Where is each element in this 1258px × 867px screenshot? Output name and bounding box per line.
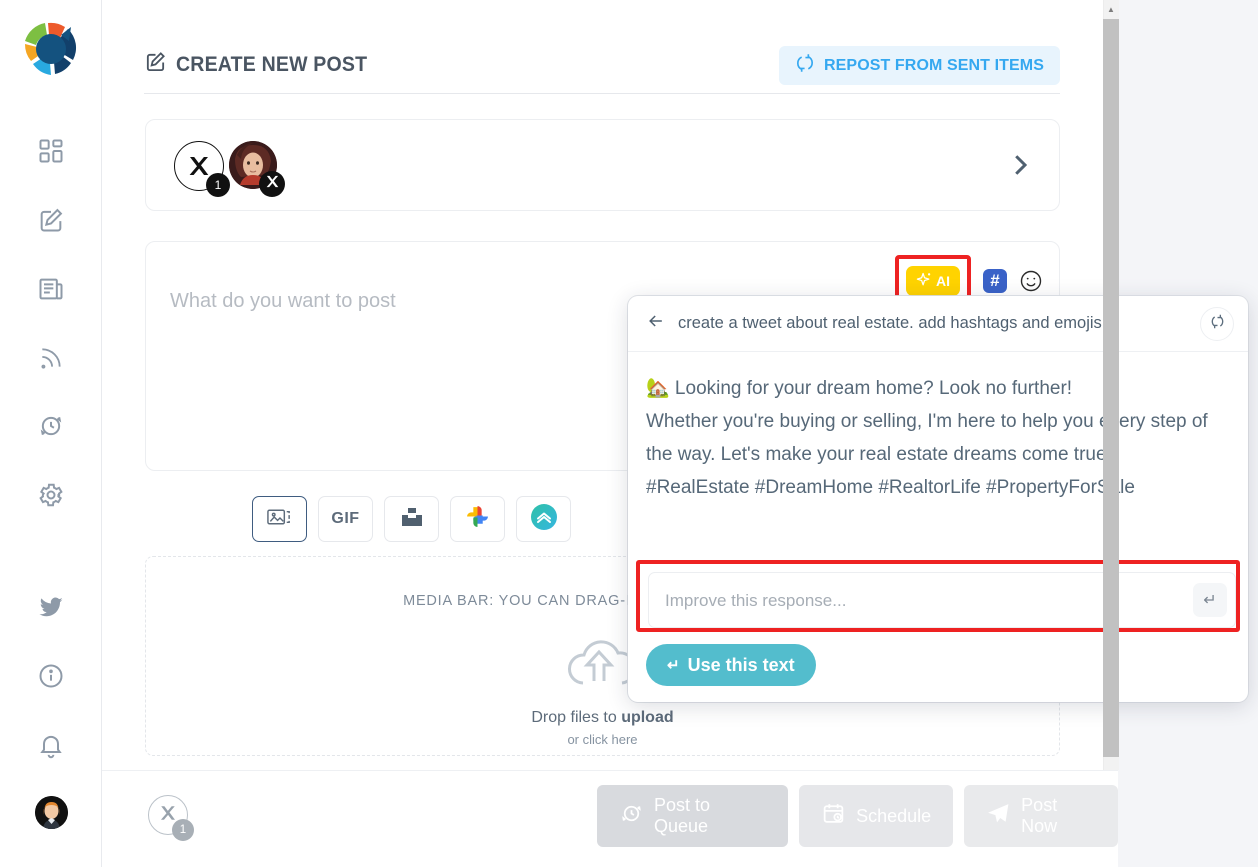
calendar-clock-icon xyxy=(821,801,846,831)
x-twitter-icon xyxy=(265,174,280,194)
avatar[interactable] xyxy=(35,796,68,829)
dropzone-drop-prefix: Drop files to xyxy=(531,709,622,726)
post-to-queue-label: Post to Queue xyxy=(654,795,711,836)
scrollbar-thumb[interactable] xyxy=(1103,19,1119,757)
ai-assistant-panel: create a tweet about real estate. add ha… xyxy=(628,296,1248,702)
submit-improve-button[interactable]: ↵ xyxy=(1193,583,1227,617)
ai-button-label: AI xyxy=(936,273,950,289)
ai-panel-header: create a tweet about real estate. add ha… xyxy=(628,296,1248,352)
info-circle-icon xyxy=(37,662,65,690)
brand-logo-icon[interactable] xyxy=(22,20,80,82)
arrow-left-icon xyxy=(646,311,666,336)
media-toolbar: GIF xyxy=(252,496,571,542)
sidebar-item-compose[interactable] xyxy=(0,195,102,245)
account-count-badge: 1 xyxy=(206,173,230,197)
hashtag-icon: # xyxy=(990,271,1000,290)
emoji-button[interactable] xyxy=(1019,269,1043,293)
rss-icon xyxy=(38,345,64,371)
enter-return-icon: ↵ xyxy=(667,657,680,674)
gear-icon xyxy=(37,481,65,509)
newspaper-icon xyxy=(37,275,65,303)
sidebar-item-twitter[interactable] xyxy=(0,582,102,632)
footer-buttons: Post to Queue Schedule Post Now xyxy=(597,785,1118,847)
image-stack-icon xyxy=(266,505,293,534)
sidebar-item-settings[interactable] xyxy=(0,470,102,520)
composer-placeholder: What do you want to post xyxy=(170,290,396,312)
sidebar-item-dashboard[interactable] xyxy=(0,126,102,176)
hashtag-button[interactable]: # xyxy=(983,269,1007,293)
scrollbar-up-arrow[interactable]: ▲ xyxy=(1103,0,1119,18)
repost-refresh-icon xyxy=(795,53,815,78)
header-divider xyxy=(144,93,1060,94)
schedule-label: Schedule xyxy=(856,805,932,826)
media-button-gif[interactable]: GIF xyxy=(318,496,373,542)
improve-response-highlight: ↵ xyxy=(636,560,1240,632)
paper-plane-icon xyxy=(986,801,1011,831)
twitter-bird-icon xyxy=(37,593,65,621)
page-title: CREATE NEW POST xyxy=(144,50,382,79)
back-button[interactable] xyxy=(646,311,666,336)
post-to-queue-button[interactable]: Post to Queue xyxy=(597,785,789,847)
pencil-square-icon xyxy=(144,50,167,79)
media-button-upload-cloud[interactable] xyxy=(516,496,571,542)
dropzone-click-text: or click here xyxy=(567,732,638,747)
sidebar-item-content[interactable] xyxy=(0,264,102,314)
use-this-text-label: Use this text xyxy=(687,654,795,675)
chevron-right-icon[interactable] xyxy=(1005,150,1035,185)
repost-label: REPOST FROM SENT ITEMS xyxy=(824,56,1044,74)
google-photos-icon xyxy=(465,504,490,534)
sidebar-item-info[interactable] xyxy=(0,651,102,701)
sidebar xyxy=(0,0,102,867)
use-this-text-button[interactable]: ↵ Use this text xyxy=(646,644,816,686)
schedule-button[interactable]: Schedule xyxy=(799,785,954,847)
account-selector[interactable]: 1 xyxy=(145,119,1060,211)
upload-chevron-icon xyxy=(530,503,558,536)
gif-icon: GIF xyxy=(331,510,360,527)
sparkle-icon xyxy=(916,271,933,291)
footer-actions-bar: 1 Post to Queue Schedule Post Now xyxy=(102,770,1118,867)
grid-icon xyxy=(37,137,65,165)
media-button-images[interactable] xyxy=(252,496,307,542)
post-now-button[interactable]: Post Now xyxy=(964,785,1118,847)
sidebar-item-notifications[interactable] xyxy=(0,720,102,770)
clock-refresh-icon xyxy=(37,412,65,440)
ai-prompt-text: create a tweet about real estate. add ha… xyxy=(678,314,1121,332)
sidebar-item-queue[interactable] xyxy=(0,401,102,451)
bell-icon xyxy=(37,731,65,759)
smiley-icon xyxy=(1019,270,1043,297)
footer-account-badge: 1 xyxy=(172,819,194,841)
ai-response-text: 🏡 Looking for your dream home? Look no f… xyxy=(646,378,1208,498)
queue-clock-icon xyxy=(619,801,644,831)
media-button-unsplash[interactable] xyxy=(384,496,439,542)
enter-return-icon: ↵ xyxy=(1203,592,1217,609)
unsplash-icon xyxy=(401,507,423,532)
dropzone-drop-text: Drop files to upload xyxy=(146,709,1059,727)
sidebar-item-feeds[interactable] xyxy=(0,333,102,383)
media-button-google-photos[interactable] xyxy=(450,496,505,542)
account-platform-badge xyxy=(259,171,285,197)
pencil-square-icon xyxy=(37,206,65,234)
ai-assistant-button[interactable]: AI xyxy=(906,266,960,296)
dropzone-drop-strong: upload xyxy=(621,709,674,726)
regenerate-button[interactable] xyxy=(1200,307,1234,341)
page-title-text: CREATE NEW POST xyxy=(176,52,368,76)
refresh-icon xyxy=(1209,313,1226,335)
post-now-label: Post Now xyxy=(1021,795,1058,836)
improve-response-field[interactable]: ↵ xyxy=(648,572,1236,629)
header: CREATE NEW POST REPOST FROM SENT ITEMS xyxy=(144,46,1060,92)
repost-from-sent-items-button[interactable]: REPOST FROM SENT ITEMS xyxy=(779,46,1060,85)
